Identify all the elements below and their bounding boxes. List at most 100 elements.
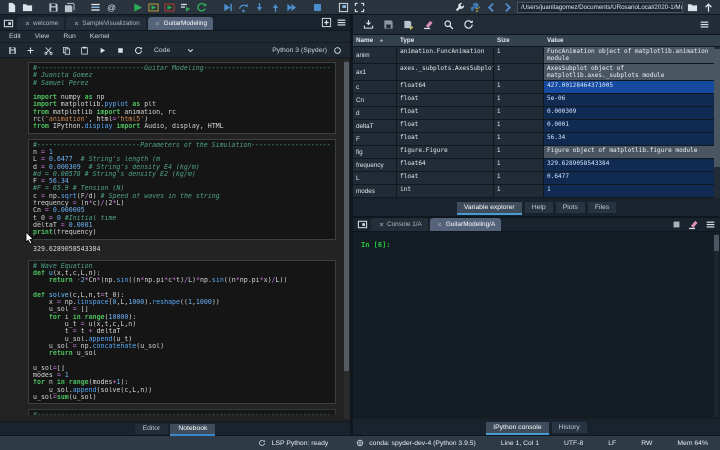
options-icon[interactable]	[698, 18, 711, 31]
variable-name[interactable]: Cn	[353, 94, 397, 106]
up-icon[interactable]	[702, 1, 715, 14]
notebook-cell[interactable]: [1]:#---------------------------Guitar M…	[28, 62, 336, 134]
options-icon[interactable]	[704, 218, 717, 231]
status-item[interactable]: LSP Python: ready	[256, 437, 329, 450]
console-scrollbar-thumb[interactable]	[714, 235, 719, 251]
panel-tab[interactable]: Plots	[556, 202, 585, 213]
back-icon[interactable]	[485, 1, 498, 14]
open-folder-icon[interactable]	[686, 1, 699, 14]
variable-value[interactable]: FuncAnimation object of matplotlib.anima…	[544, 47, 720, 63]
variable-row[interactable]: deltaTfloat10.0001	[353, 120, 720, 133]
notebook-cell[interactable]: [3]:# Wave Equationdef u(x,t,c,L,n): ret…	[28, 260, 336, 405]
close-tab-icon[interactable]	[72, 20, 80, 28]
menu-view[interactable]: View	[35, 33, 50, 40]
interrupt-kernel-icon[interactable]	[670, 218, 683, 231]
chevron-down-icon[interactable]	[184, 44, 197, 57]
working-directory-input[interactable]: /Users/juanitagomez/Documents/URosarioLo…	[517, 2, 683, 13]
variable-name[interactable]: L	[353, 172, 397, 184]
variable-size[interactable]: 1	[494, 172, 544, 184]
variable-row[interactable]: figfigure.Figure1Figure object of matplo…	[353, 146, 720, 159]
console-dock-tab[interactable]: IPython console	[486, 422, 548, 433]
cut-icon[interactable]	[42, 44, 55, 57]
editor-tab[interactable]: GuitarModeling	[148, 17, 213, 30]
editor-tab[interactable]: SampleVisualization	[66, 17, 145, 30]
column-header-type[interactable]: Type	[397, 37, 494, 44]
open-folder-icon[interactable]	[21, 1, 34, 14]
restart-icon[interactable]	[132, 44, 145, 57]
variable-size[interactable]: 1	[494, 159, 544, 171]
variable-type[interactable]: axes._subplots.AxesSubplot	[397, 64, 494, 80]
new-file-icon[interactable]	[5, 1, 18, 14]
panel-tab[interactable]: Files	[588, 202, 616, 213]
variable-size[interactable]: 1	[494, 81, 544, 93]
status-item[interactable]: Mem 64%	[677, 440, 708, 447]
console-tab[interactable]: GuitarModeling/A	[430, 218, 501, 231]
notebook-cell[interactable]: [2]:#--------------------------Parameter…	[28, 139, 336, 240]
options-icon[interactable]	[335, 16, 348, 29]
console-scrollbar[interactable]	[714, 234, 719, 417]
step-return-icon[interactable]	[269, 1, 282, 14]
variable-type[interactable]: float64	[397, 159, 494, 171]
variable-value[interactable]: 427.00128464371005	[544, 81, 720, 93]
variable-name[interactable]: modes	[353, 185, 397, 197]
variable-size[interactable]: 1	[494, 94, 544, 106]
browse-tabs-icon[interactable]	[356, 218, 369, 231]
forward-icon[interactable]	[501, 1, 514, 14]
stop-small-icon[interactable]	[114, 44, 127, 57]
variable-name[interactable]: frequency	[353, 159, 397, 171]
variable-type[interactable]: float	[397, 107, 494, 119]
variable-row[interactable]: frequencyfloat641329.6289058543384	[353, 159, 720, 172]
close-tab-icon[interactable]	[154, 20, 162, 28]
variable-value[interactable]: 0.000309	[544, 107, 720, 119]
variable-name[interactable]: deltaT	[353, 120, 397, 132]
variable-name[interactable]: anim	[353, 47, 397, 63]
variable-row[interactable]: Lfloat10.6477	[353, 172, 720, 185]
notebook-area[interactable]: [1]:#---------------------------Guitar M…	[0, 58, 350, 421]
variable-size[interactable]: 1	[494, 185, 544, 197]
variable-value[interactable]: 0.0001	[544, 120, 720, 132]
menu-edit[interactable]: Edit	[9, 33, 21, 40]
menu-kernel[interactable]: Kernel	[90, 33, 110, 40]
copy-icon[interactable]	[60, 44, 73, 57]
paste-icon[interactable]	[78, 44, 91, 57]
variable-type[interactable]: float	[397, 172, 494, 184]
cell-type-select[interactable]: Code	[154, 44, 197, 57]
variable-size[interactable]: 1	[494, 133, 544, 145]
save-data-as-icon[interactable]	[402, 18, 415, 31]
variable-value[interactable]: 329.6289058543384	[544, 159, 720, 171]
variable-name[interactable]: c	[353, 81, 397, 93]
console-body[interactable]: In [6]:	[353, 232, 720, 419]
column-header-value[interactable]: Value	[544, 37, 720, 44]
run-cell-advance-icon[interactable]	[163, 1, 176, 14]
variable-value[interactable]: 1	[544, 185, 720, 197]
variable-value[interactable]: Figure object of matplotlib.figure modul…	[544, 146, 720, 158]
variable-value[interactable]: 5e-06	[544, 94, 720, 106]
status-item[interactable]: RW	[641, 440, 652, 447]
variable-type[interactable]: float64	[397, 81, 494, 93]
variable-size[interactable]: 1	[494, 120, 544, 132]
preferences-icon[interactable]	[453, 1, 466, 14]
variable-name[interactable]: fig	[353, 146, 397, 158]
variable-row[interactable]: dfloat10.000309	[353, 107, 720, 120]
variable-value[interactable]: AxesSubplot object of matplotlib.axes._s…	[544, 64, 720, 80]
editor-tab[interactable]: welcome	[17, 17, 64, 30]
variable-row[interactable]: Cnfloat15e-06	[353, 94, 720, 107]
maximize-pane-icon[interactable]	[337, 1, 350, 14]
notebook-scrollbar[interactable]	[344, 60, 349, 419]
notebook-cell[interactable]: #---------------------------------------…	[28, 409, 336, 415]
variable-size[interactable]: 1	[494, 146, 544, 158]
step-into-icon[interactable]	[253, 1, 266, 14]
variable-row[interactable]: cfloat641427.00128464371005	[353, 81, 720, 94]
refresh-icon[interactable]	[462, 18, 475, 31]
variable-type[interactable]: figure.Figure	[397, 146, 494, 158]
rerun-cell-icon[interactable]	[195, 1, 208, 14]
variable-size[interactable]: 1	[494, 47, 544, 63]
save-icon[interactable]	[47, 1, 60, 14]
status-item[interactable]: conda: spyder-dev-4 (Python 3.9.5)	[353, 437, 476, 450]
variable-row[interactable]: modesint11	[353, 185, 720, 198]
step-over-icon[interactable]	[237, 1, 250, 14]
close-tab-icon[interactable]	[377, 221, 385, 229]
panel-tab[interactable]: Help	[525, 202, 553, 213]
column-header-name[interactable]: Name	[353, 35, 397, 47]
status-item[interactable]: Line 1, Col 1	[501, 440, 539, 447]
